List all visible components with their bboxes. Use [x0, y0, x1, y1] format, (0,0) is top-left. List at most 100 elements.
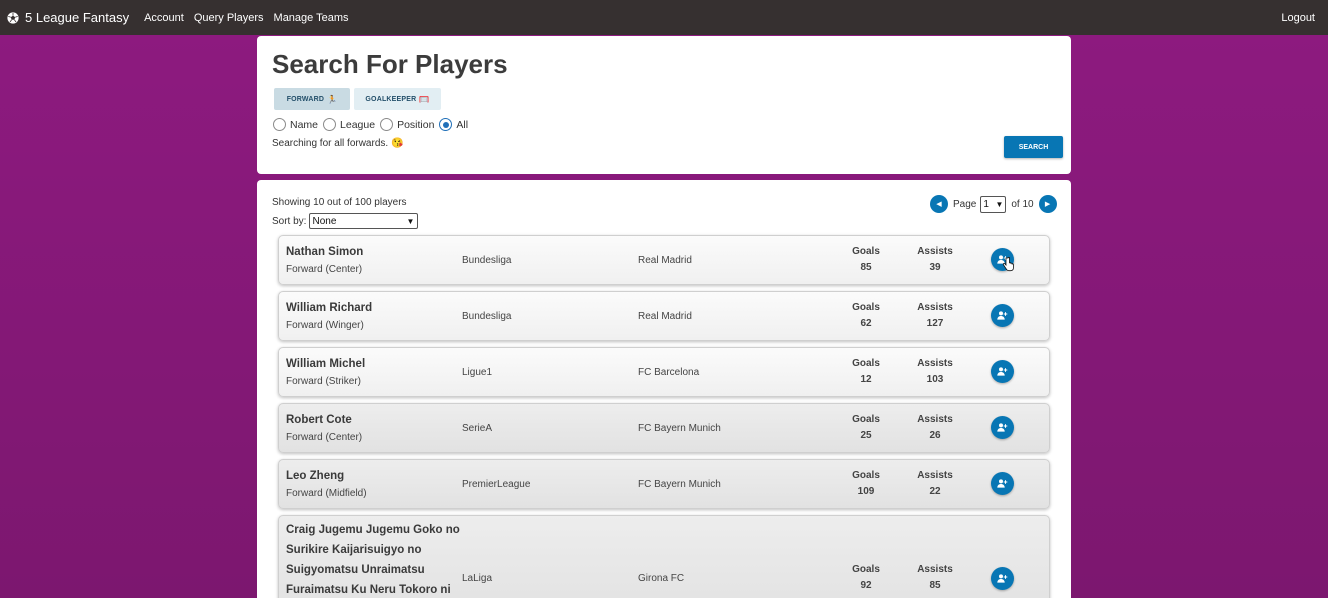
goals-stat: Goals 62 [851, 302, 881, 329]
radio-label: League [340, 118, 376, 131]
player-row[interactable]: Leo Zheng Forward (Midfield) PremierLeag… [278, 459, 1050, 509]
player-league: Ligue1 [462, 367, 493, 378]
assists-label: Assists [917, 302, 953, 313]
radio-position[interactable]: Position [380, 118, 434, 131]
page-title: Search For Players [272, 49, 508, 79]
runner-icon: 🏃 [327, 94, 338, 104]
player-name: Robert Cote [286, 414, 352, 426]
add-player-button[interactable] [991, 416, 1014, 439]
radio-label: Position [397, 118, 435, 131]
assists-stat: Assists 127 [917, 302, 953, 329]
assists-label: Assists [917, 470, 953, 481]
goals-stat: Goals 25 [851, 414, 881, 441]
assists-value: 26 [929, 430, 941, 441]
goals-value: 12 [860, 374, 872, 385]
player-row[interactable]: Craig Jugemu Jugemu Goko no Surikire Kai… [278, 515, 1050, 598]
goal-net-icon: 🥅 [419, 94, 430, 104]
assists-stat: Assists 85 [917, 564, 953, 591]
chevron-down-icon: ▼ [995, 199, 1004, 209]
goals-stat: Goals 92 [851, 564, 881, 591]
goals-label: Goals [852, 302, 880, 313]
player-league: PremierLeague [462, 479, 531, 490]
assists-stat: Assists 103 [917, 358, 953, 385]
player-club: Real Madrid [638, 255, 692, 266]
assists-stat: Assists 26 [917, 414, 953, 441]
nav-links: Account Query Players Manage Teams [144, 12, 348, 24]
add-player-icon [997, 479, 1008, 488]
add-player-icon [997, 311, 1008, 320]
player-position: Forward (Winger) [286, 320, 364, 331]
assists-value: 39 [929, 262, 941, 273]
goals-stat: Goals 85 [851, 246, 881, 273]
goals-label: Goals [852, 414, 880, 425]
radio-name[interactable]: Name [273, 118, 318, 131]
pagination: ◀ Page 1 ▼ of 10 ▶ [930, 195, 1057, 213]
logout-link[interactable]: Logout [1281, 12, 1315, 24]
player-club: Real Madrid [638, 311, 692, 322]
player-position: Forward (Midfield) [286, 488, 367, 499]
add-player-button[interactable] [991, 567, 1014, 590]
page-label: Page [953, 198, 977, 210]
radio-button[interactable] [380, 118, 394, 131]
sort-label: Sort by: [272, 215, 307, 227]
assists-stat: Assists 39 [917, 246, 953, 273]
nav-link-manage-teams[interactable]: Manage Teams [274, 12, 349, 24]
goals-label: Goals [852, 358, 880, 369]
radio-label: All [456, 118, 469, 131]
radio-button[interactable] [323, 118, 337, 131]
add-player-button[interactable] [991, 472, 1014, 495]
player-club: FC Bayern Munich [638, 423, 721, 434]
player-club: FC Bayern Munich [638, 479, 721, 490]
goals-label: Goals [852, 246, 880, 257]
forward-chip[interactable]: FORWARD 🏃 [274, 88, 350, 110]
assists-value: 103 [926, 374, 944, 385]
top-navbar: 5 League Fantasy Account Query Players M… [0, 0, 1328, 35]
results-count: Showing 10 out of 100 players [272, 197, 407, 208]
player-row[interactable]: Robert Cote Forward (Center) SerieA FC B… [278, 403, 1050, 453]
assists-value: 22 [929, 486, 941, 497]
player-row[interactable]: William Michel Forward (Striker) Ligue1 … [278, 347, 1050, 397]
soccer-ball-icon [7, 11, 19, 24]
player-row[interactable]: Nathan Simon Forward (Center) Bundesliga… [278, 235, 1050, 285]
sort-value: None [312, 215, 337, 227]
player-league: SerieA [462, 423, 493, 434]
player-club: FC Barcelona [638, 367, 700, 378]
player-league: Bundesliga [462, 255, 512, 266]
assists-label: Assists [917, 564, 953, 575]
player-row[interactable]: William Richard Forward (Winger) Bundesl… [278, 291, 1050, 341]
add-player-button[interactable] [991, 360, 1014, 383]
page-value: 1 [983, 198, 989, 210]
goalkeeper-chip[interactable]: GOALKEEPER 🥅 [354, 88, 441, 110]
nav-link-account[interactable]: Account [144, 12, 184, 24]
brand-name: 5 League Fantasy [25, 10, 130, 25]
add-player-icon [997, 367, 1008, 376]
chevron-right-icon: ▶ [1044, 201, 1051, 208]
player-name: Nathan Simon [286, 246, 364, 258]
radio-league[interactable]: League [323, 118, 375, 131]
prev-page-button[interactable]: ◀ [930, 195, 948, 213]
goals-stat: Goals 12 [851, 358, 881, 385]
player-club: Girona FC [638, 573, 685, 584]
radio-all[interactable]: All [439, 118, 468, 131]
page-select[interactable]: 1 ▼ [980, 195, 1007, 213]
sort-control: Sort by: None ▼ [272, 213, 419, 229]
add-player-icon [997, 423, 1008, 432]
player-name: Craig Jugemu Jugemu Goko no Surikire Kai… [286, 524, 460, 596]
brand[interactable]: 5 League Fantasy [7, 10, 129, 25]
goals-value: 62 [860, 318, 872, 329]
search-button[interactable]: SEARCH [1004, 136, 1063, 158]
next-page-button[interactable]: ▶ [1038, 195, 1057, 213]
player-league: Bundesliga [462, 311, 512, 322]
nav-link-query-players[interactable]: Query Players [194, 12, 264, 24]
radio-button[interactable] [439, 118, 453, 131]
add-player-icon [997, 574, 1008, 583]
player-name: William Richard [286, 302, 373, 314]
radio-button[interactable] [273, 118, 286, 131]
assists-value: 127 [926, 318, 944, 329]
goals-value: 85 [860, 262, 872, 273]
add-player-button[interactable] [991, 304, 1014, 327]
player-league: LaLiga [462, 573, 493, 584]
assists-label: Assists [917, 246, 953, 257]
player-name: William Michel [286, 358, 366, 370]
sort-select[interactable]: None ▼ [309, 213, 419, 229]
